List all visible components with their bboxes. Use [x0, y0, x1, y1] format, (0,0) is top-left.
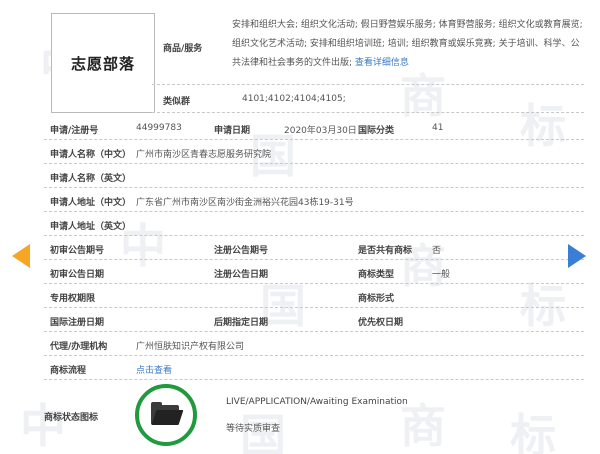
- flow-view-link[interactable]: 点击查看: [136, 363, 172, 376]
- reg-date-label: 注册公告日期: [214, 270, 269, 280]
- reg-number-label: 申请/注册号: [50, 126, 99, 136]
- priority-date-label: 优先权日期: [358, 318, 404, 328]
- applicant-cn-value: 广州市南沙区青春志愿服务研究院: [136, 150, 272, 160]
- trademark-type-label: 商标类型: [358, 270, 395, 280]
- applicant-en-label: 申请人名称（英文）: [50, 174, 132, 184]
- prelim-pub-no-label: 初审公告期号: [50, 246, 105, 256]
- info-row-prelim-date: 初审公告日期 注册公告日期 商标类型 一般: [44, 261, 584, 284]
- info-row-agent: 代理/办理机构 广州恒肤知识产权有限公司: [44, 333, 584, 356]
- status-icon-label: 商标状态图标: [44, 413, 99, 423]
- previous-arrow-icon[interactable]: [12, 244, 30, 268]
- prelim-date-label: 初审公告日期: [50, 270, 105, 280]
- status-english: LIVE/APPLICATION/Awaiting Examination: [226, 397, 408, 407]
- similar-group-value: 4101;4102;4104;4105;: [242, 94, 346, 104]
- goods-detail-link[interactable]: 查看详细信息: [355, 58, 409, 68]
- info-row-registration: 申请/注册号 44999783 申请日期 2020年03月30日 国际分类 41: [44, 117, 584, 140]
- agent-value: 广州恒肤知识产权有限公司: [136, 342, 245, 352]
- similar-group-label: 类似群: [163, 97, 191, 107]
- shared-label: 是否共有商标: [358, 246, 413, 256]
- trademark-form-label: 商标形式: [358, 294, 395, 304]
- applicant-cn-label: 申请人名称（中文）: [50, 150, 132, 160]
- apply-date-value: 2020年03月30日: [284, 126, 357, 136]
- agent-label: 代理/办理机构: [50, 342, 108, 352]
- intl-reg-date-label: 国际注册日期: [50, 318, 105, 328]
- reg-number-value: 44999783: [136, 123, 182, 133]
- info-row-flow: 商标流程 点击查看: [44, 357, 584, 380]
- goods-label: 商品/服务: [163, 44, 203, 54]
- divider: [152, 84, 584, 85]
- info-row-intl-reg: 国际注册日期 后期指定日期 优先权日期: [44, 309, 584, 332]
- status-chinese: 等待实质审查: [226, 424, 281, 434]
- info-row-applicant-cn: 申请人名称（中文） 广州市南沙区青春志愿服务研究院: [44, 141, 584, 164]
- address-en-label: 申请人地址（英文）: [50, 222, 132, 232]
- apply-date-label: 申请日期: [214, 126, 251, 136]
- intl-class-label: 国际分类: [358, 126, 395, 136]
- info-row-applicant-en: 申请人名称（英文）: [44, 165, 584, 188]
- info-row-address-en: 申请人地址（英文）: [44, 213, 584, 236]
- flow-label: 商标流程: [50, 366, 87, 376]
- goods-list: 安排和组织大会; 组织文化活动; 假日野营娱乐服务; 体育野营服务; 组织文化或…: [232, 16, 584, 73]
- exclusive-term-label: 专用权期限: [50, 294, 96, 304]
- shared-value: 否: [432, 246, 442, 256]
- trademark-name: 志愿部落: [70, 54, 135, 73]
- divider: [152, 112, 584, 113]
- folder-icon: [151, 402, 184, 426]
- later-date-label: 后期指定日期: [214, 318, 269, 328]
- address-cn-value: 广东省广州市南沙区南沙街金洲裕兴花园43栋19-31号: [136, 198, 354, 208]
- trademark-image: 志愿部落: [51, 13, 155, 113]
- intl-class-value: 41: [432, 123, 444, 133]
- address-cn-label: 申请人地址（中文）: [50, 198, 132, 208]
- reg-pub-no-label: 注册公告期号: [214, 246, 269, 256]
- next-arrow-icon[interactable]: [568, 244, 586, 268]
- info-row-prelim: 初审公告期号 注册公告期号 是否共有商标 否: [44, 237, 584, 260]
- status-badge: [135, 384, 197, 446]
- trademark-detail-page: 志愿部落 商品/服务 安排和组织大会; 组织文化活动; 假日野营娱乐服务; 体育…: [0, 0, 600, 454]
- info-row-exclusive: 专用权期限 商标形式: [44, 285, 584, 308]
- trademark-type-value: 一般: [432, 270, 451, 280]
- info-row-address-cn: 申请人地址（中文） 广东省广州市南沙区南沙街金洲裕兴花园43栋19-31号: [44, 189, 584, 212]
